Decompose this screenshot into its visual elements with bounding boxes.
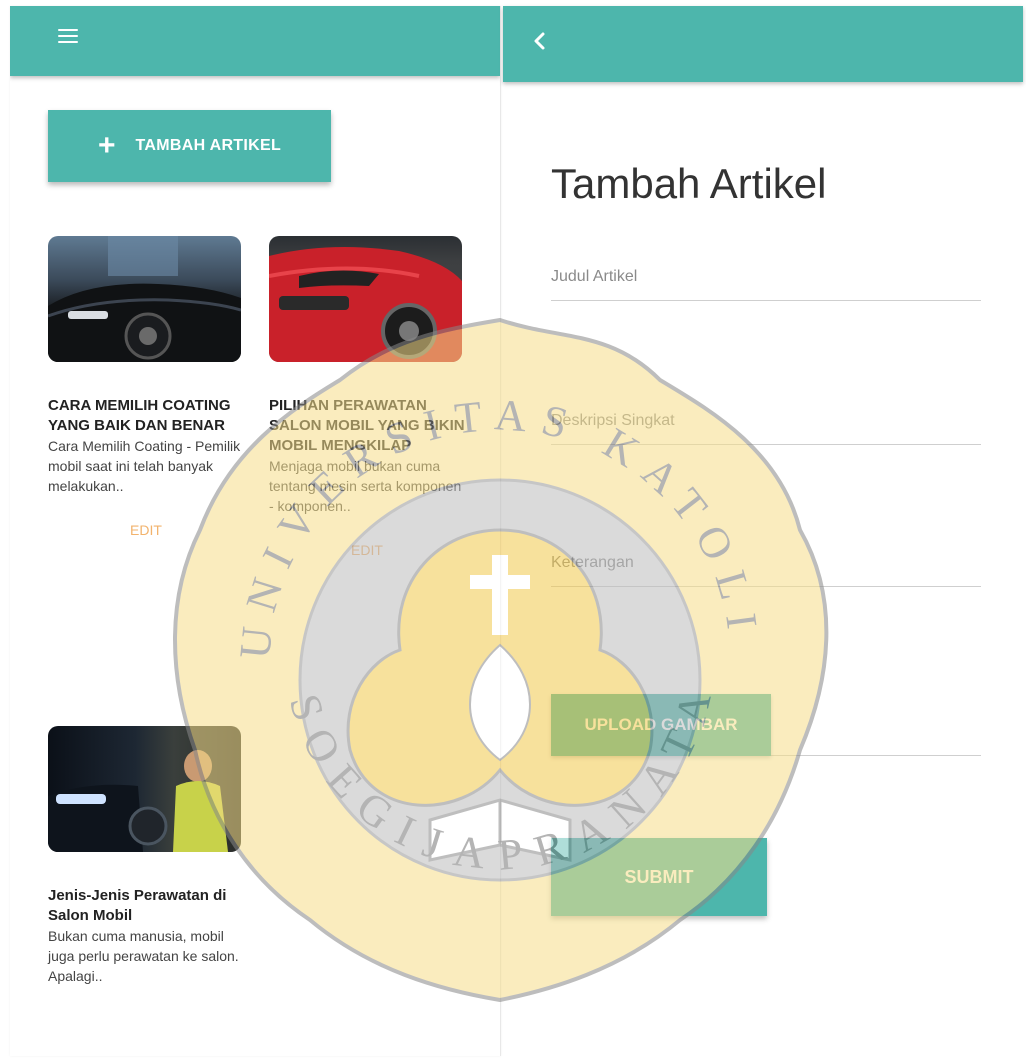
submit-button[interactable]: SUBMIT — [551, 838, 767, 916]
article-title[interactable]: CARA MEMILIH COATING YANG BAIK DAN BENAR — [48, 396, 244, 436]
notes-input[interactable] — [551, 554, 981, 587]
car-image-icon — [48, 750, 228, 852]
page-title: Tambah Artikel — [551, 160, 827, 207]
title-input[interactable] — [551, 268, 981, 301]
article-title[interactable]: PILIHAN PERAWATAN SALON MOBIL YANG BIKIN… — [269, 396, 465, 456]
short-description-input[interactable] — [551, 412, 981, 445]
article-card: CARA MEMILIH COATING YANG BAIK DAN BENAR… — [48, 236, 244, 538]
article-card: PILIHAN PERAWATAN SALON MOBIL YANG BIKIN… — [269, 236, 465, 558]
upload-image-button[interactable]: UPLOAD GAMBAR — [551, 694, 771, 756]
article-title[interactable]: Jenis-Jenis Perawatan di Salon Mobil — [48, 886, 244, 926]
menu-icon[interactable] — [58, 29, 78, 45]
chevron-left-icon[interactable] — [531, 31, 549, 51]
edit-article-button[interactable]: EDIT — [269, 542, 465, 558]
add-article-screen: Tambah Artikel UPLOAD GAMBAR SUBMIT — [503, 6, 1023, 1056]
edit-article-button[interactable]: EDIT — [48, 522, 244, 538]
article-list-screen: + TAMBAH ARTIKEL CARA MEMILIH COATING YA… — [10, 6, 501, 1056]
car-image-icon — [48, 236, 241, 362]
plus-icon: + — [97, 129, 116, 162]
article-description: Menjaga mobil bukan cuma tentang mesin s… — [269, 458, 462, 514]
article-description: Bukan cuma manusia, mobil juga perlu per… — [48, 928, 239, 984]
add-article-button[interactable]: + TAMBAH ARTIKEL — [48, 110, 331, 182]
article-thumbnail — [48, 236, 241, 362]
article-description: Cara Memilih Coating - Pemilik mobil saa… — [48, 438, 241, 494]
app-bar — [10, 6, 500, 76]
add-article-label: TAMBAH ARTIKEL — [135, 137, 282, 154]
article-card: Jenis-Jenis Perawatan di Salon Mobil Buk… — [48, 726, 244, 986]
app-bar — [503, 6, 1023, 82]
article-thumbnail — [48, 726, 241, 852]
article-thumbnail — [269, 236, 462, 362]
car-image-icon — [269, 247, 462, 362]
